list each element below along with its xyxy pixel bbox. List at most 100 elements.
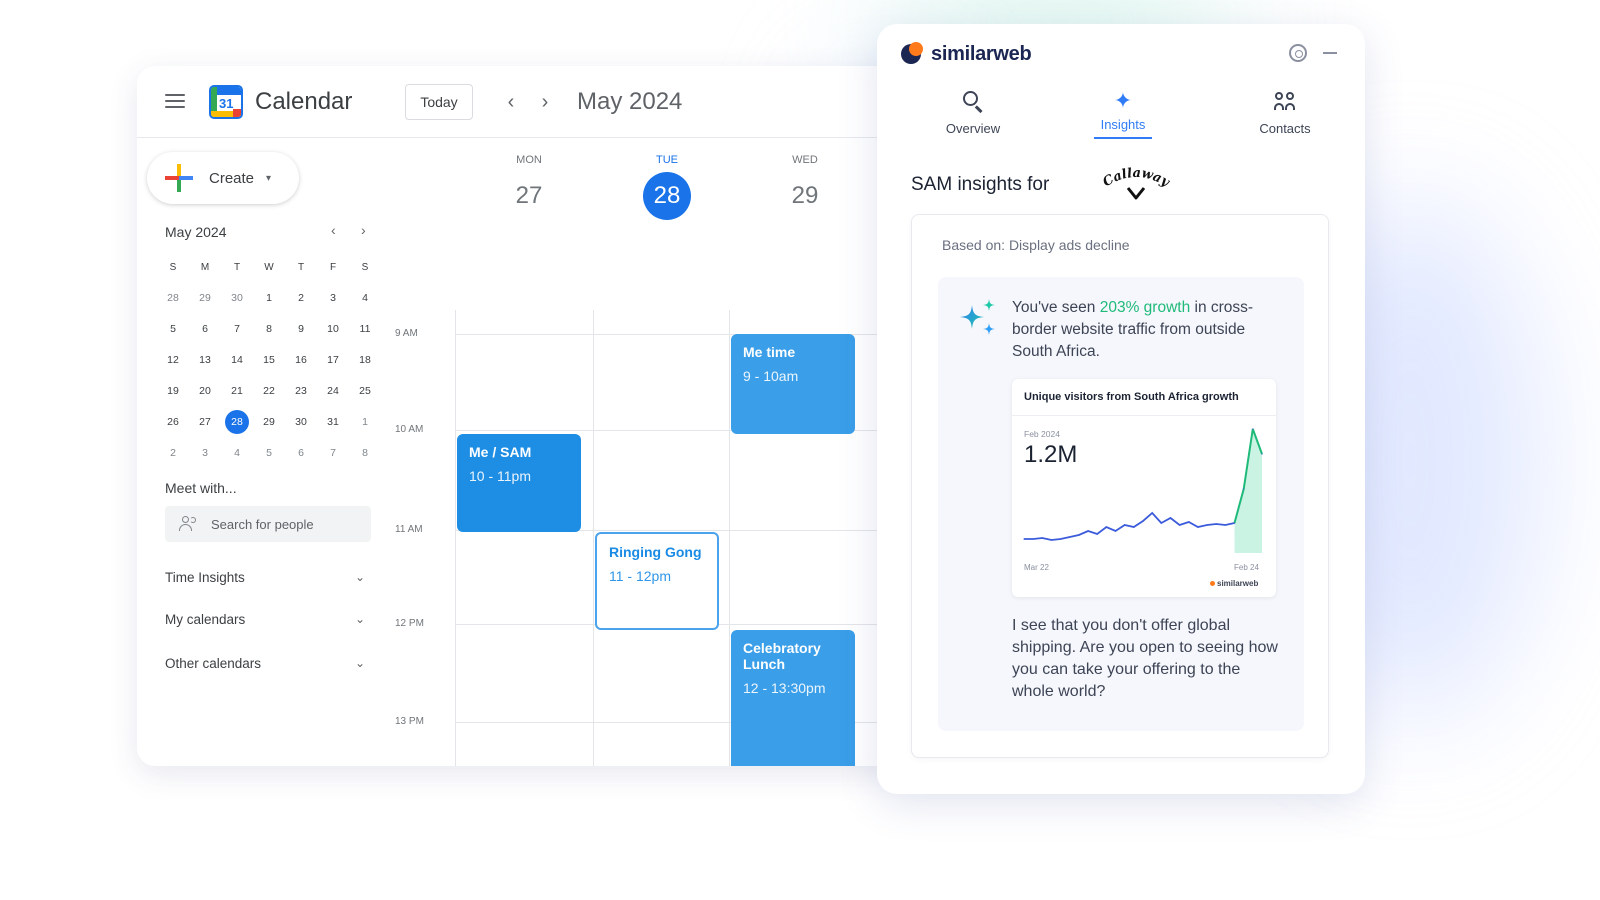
chart-point bbox=[1032, 538, 1034, 540]
chevron-down-icon: ⌄ bbox=[354, 612, 365, 626]
mini-day[interactable]: 17 bbox=[317, 345, 349, 376]
caret-down-icon: ▾ bbox=[266, 172, 272, 184]
mini-day[interactable]: 9 bbox=[285, 314, 317, 345]
mini-day[interactable]: 21 bbox=[221, 376, 253, 407]
insight-card: Based on: Display ads decline You've see… bbox=[911, 214, 1329, 758]
event-me-sam[interactable]: Me / SAM 10 - 11pm bbox=[457, 434, 581, 532]
x-axis-start-label: Mar 22 bbox=[1024, 563, 1049, 572]
mini-day[interactable]: 6 bbox=[189, 314, 221, 345]
mini-day[interactable]: 14 bbox=[221, 345, 253, 376]
mini-day[interactable]: 16 bbox=[285, 345, 317, 376]
mini-day[interactable]: 27 bbox=[189, 407, 221, 438]
mini-day[interactable]: 15 bbox=[253, 345, 285, 376]
mini-prev-icon[interactable]: ‹ bbox=[331, 222, 336, 238]
event-celebratory-lunch[interactable]: Celebratory Lunch 12 - 13:30pm bbox=[731, 630, 855, 766]
mini-day[interactable]: 29 bbox=[189, 283, 221, 314]
chart-point bbox=[1105, 526, 1107, 528]
event-title: Me / SAM bbox=[469, 444, 532, 460]
mini-day[interactable]: 5 bbox=[157, 314, 189, 345]
sam-insights-title: SAM insights for bbox=[911, 174, 1050, 195]
event-me-time[interactable]: Me time 9 - 10am bbox=[731, 334, 855, 434]
mini-day[interactable]: 4 bbox=[221, 438, 253, 469]
section-my-calendars[interactable]: My calendars ⌄ bbox=[165, 612, 365, 627]
tab-contacts[interactable]: Contacts bbox=[1235, 90, 1335, 136]
people-search-input[interactable] bbox=[211, 516, 361, 532]
day-header-wed[interactable]: WED 29 bbox=[765, 154, 845, 220]
people-search-box[interactable] bbox=[165, 506, 371, 542]
mini-day[interactable]: 12 bbox=[157, 345, 189, 376]
mini-calendar-grid: S M T W T F S 28 29 30 1 2 3 4 5 6 7 8 9 10 11 12 13 14 15 16 17 18… bbox=[157, 252, 381, 469]
brand-name: similarweb bbox=[931, 42, 1032, 65]
mini-day[interactable]: 4 bbox=[349, 283, 381, 314]
mini-day[interactable]: 18 bbox=[349, 345, 381, 376]
x-axis-end-label: Feb 24 bbox=[1234, 563, 1259, 572]
chevron-right-icon[interactable]: › bbox=[533, 88, 557, 116]
day-number: 27 bbox=[515, 182, 543, 209]
mini-day[interactable]: 31 bbox=[317, 407, 349, 438]
mini-day[interactable]: 19 bbox=[157, 376, 189, 407]
chart-point bbox=[1060, 538, 1062, 540]
mini-day[interactable]: 1 bbox=[349, 407, 381, 438]
tab-overview[interactable]: Overview bbox=[923, 90, 1023, 136]
mini-day[interactable]: 25 bbox=[349, 376, 381, 407]
mini-next-icon[interactable]: › bbox=[361, 222, 366, 238]
mini-day[interactable]: 30 bbox=[285, 407, 317, 438]
mini-day[interactable]: 3 bbox=[317, 283, 349, 314]
mini-day[interactable]: 6 bbox=[285, 438, 317, 469]
day-header-mon[interactable]: MON 27 bbox=[489, 154, 569, 220]
mini-day[interactable]: 7 bbox=[317, 438, 349, 469]
hour-label: 13 PM bbox=[395, 716, 424, 727]
mini-day[interactable]: 26 bbox=[157, 407, 189, 438]
mini-day[interactable]: 8 bbox=[349, 438, 381, 469]
event-ringing-gong[interactable]: Ringing Gong 11 - 12pm bbox=[595, 532, 719, 630]
mini-day[interactable]: 3 bbox=[189, 438, 221, 469]
create-button[interactable]: Create ▾ bbox=[147, 152, 299, 204]
column-divider bbox=[729, 310, 730, 766]
insight-content: You've seen 203% growth in cross-border … bbox=[938, 277, 1304, 731]
mini-day[interactable]: 7 bbox=[221, 314, 253, 345]
mini-weekday-label: M bbox=[200, 262, 210, 273]
mini-day[interactable]: 24 bbox=[317, 376, 349, 407]
mini-day[interactable]: 20 bbox=[189, 376, 221, 407]
hour-label: 11 AM bbox=[395, 524, 423, 535]
mini-day[interactable]: 29 bbox=[253, 407, 285, 438]
mini-day[interactable]: 1 bbox=[253, 283, 285, 314]
event-time: 10 - 11pm bbox=[469, 468, 531, 484]
section-time-insights[interactable]: Time Insights ⌄ bbox=[165, 570, 365, 585]
today-button[interactable]: Today bbox=[405, 84, 473, 120]
mini-day[interactable]: 30 bbox=[221, 283, 253, 314]
chart-point bbox=[1188, 521, 1190, 523]
mini-day[interactable]: 2 bbox=[285, 283, 317, 314]
column-divider bbox=[455, 310, 456, 766]
chart-title: Unique visitors from South Africa growth bbox=[1024, 391, 1239, 403]
chevron-left-icon[interactable]: ‹ bbox=[499, 88, 523, 116]
mini-day[interactable]: 10 bbox=[317, 314, 349, 345]
mini-weekday-label: F bbox=[329, 262, 337, 273]
mini-day[interactable]: 8 bbox=[253, 314, 285, 345]
tab-insights[interactable]: ✦ Insights bbox=[1073, 90, 1173, 139]
day-of-week: TUE bbox=[656, 154, 678, 166]
mini-day[interactable]: 2 bbox=[157, 438, 189, 469]
mini-day[interactable]: 5 bbox=[253, 438, 285, 469]
chevron-down-icon: ⌄ bbox=[354, 656, 365, 670]
chart-point bbox=[1050, 539, 1053, 541]
mini-day[interactable]: 13 bbox=[189, 345, 221, 376]
tab-label: Insights bbox=[1100, 117, 1146, 132]
day-header-tue[interactable]: TUE 28 bbox=[627, 154, 707, 220]
section-other-calendars[interactable]: Other calendars ⌄ bbox=[165, 656, 365, 671]
mini-weekday-label: W bbox=[264, 262, 274, 273]
chart-area-fill bbox=[1234, 429, 1262, 553]
mini-day[interactable]: 11 bbox=[349, 314, 381, 345]
event-title: Ringing Gong bbox=[609, 544, 702, 560]
minimize-icon[interactable] bbox=[1323, 52, 1337, 54]
menu-icon[interactable] bbox=[165, 94, 185, 108]
mini-day[interactable]: 23 bbox=[285, 376, 317, 407]
mini-day[interactable]: 28 bbox=[157, 283, 189, 314]
event-title: Celebratory Lunch bbox=[743, 640, 821, 672]
mini-day-selected[interactable]: 28 bbox=[221, 407, 253, 438]
mini-day[interactable]: 22 bbox=[253, 376, 285, 407]
insight-text: You've seen 203% growth in cross-border … bbox=[1012, 297, 1282, 363]
insight-highlight: 203% growth bbox=[1099, 299, 1191, 316]
gear-icon[interactable] bbox=[1289, 44, 1307, 62]
day-of-week: WED bbox=[792, 154, 818, 166]
